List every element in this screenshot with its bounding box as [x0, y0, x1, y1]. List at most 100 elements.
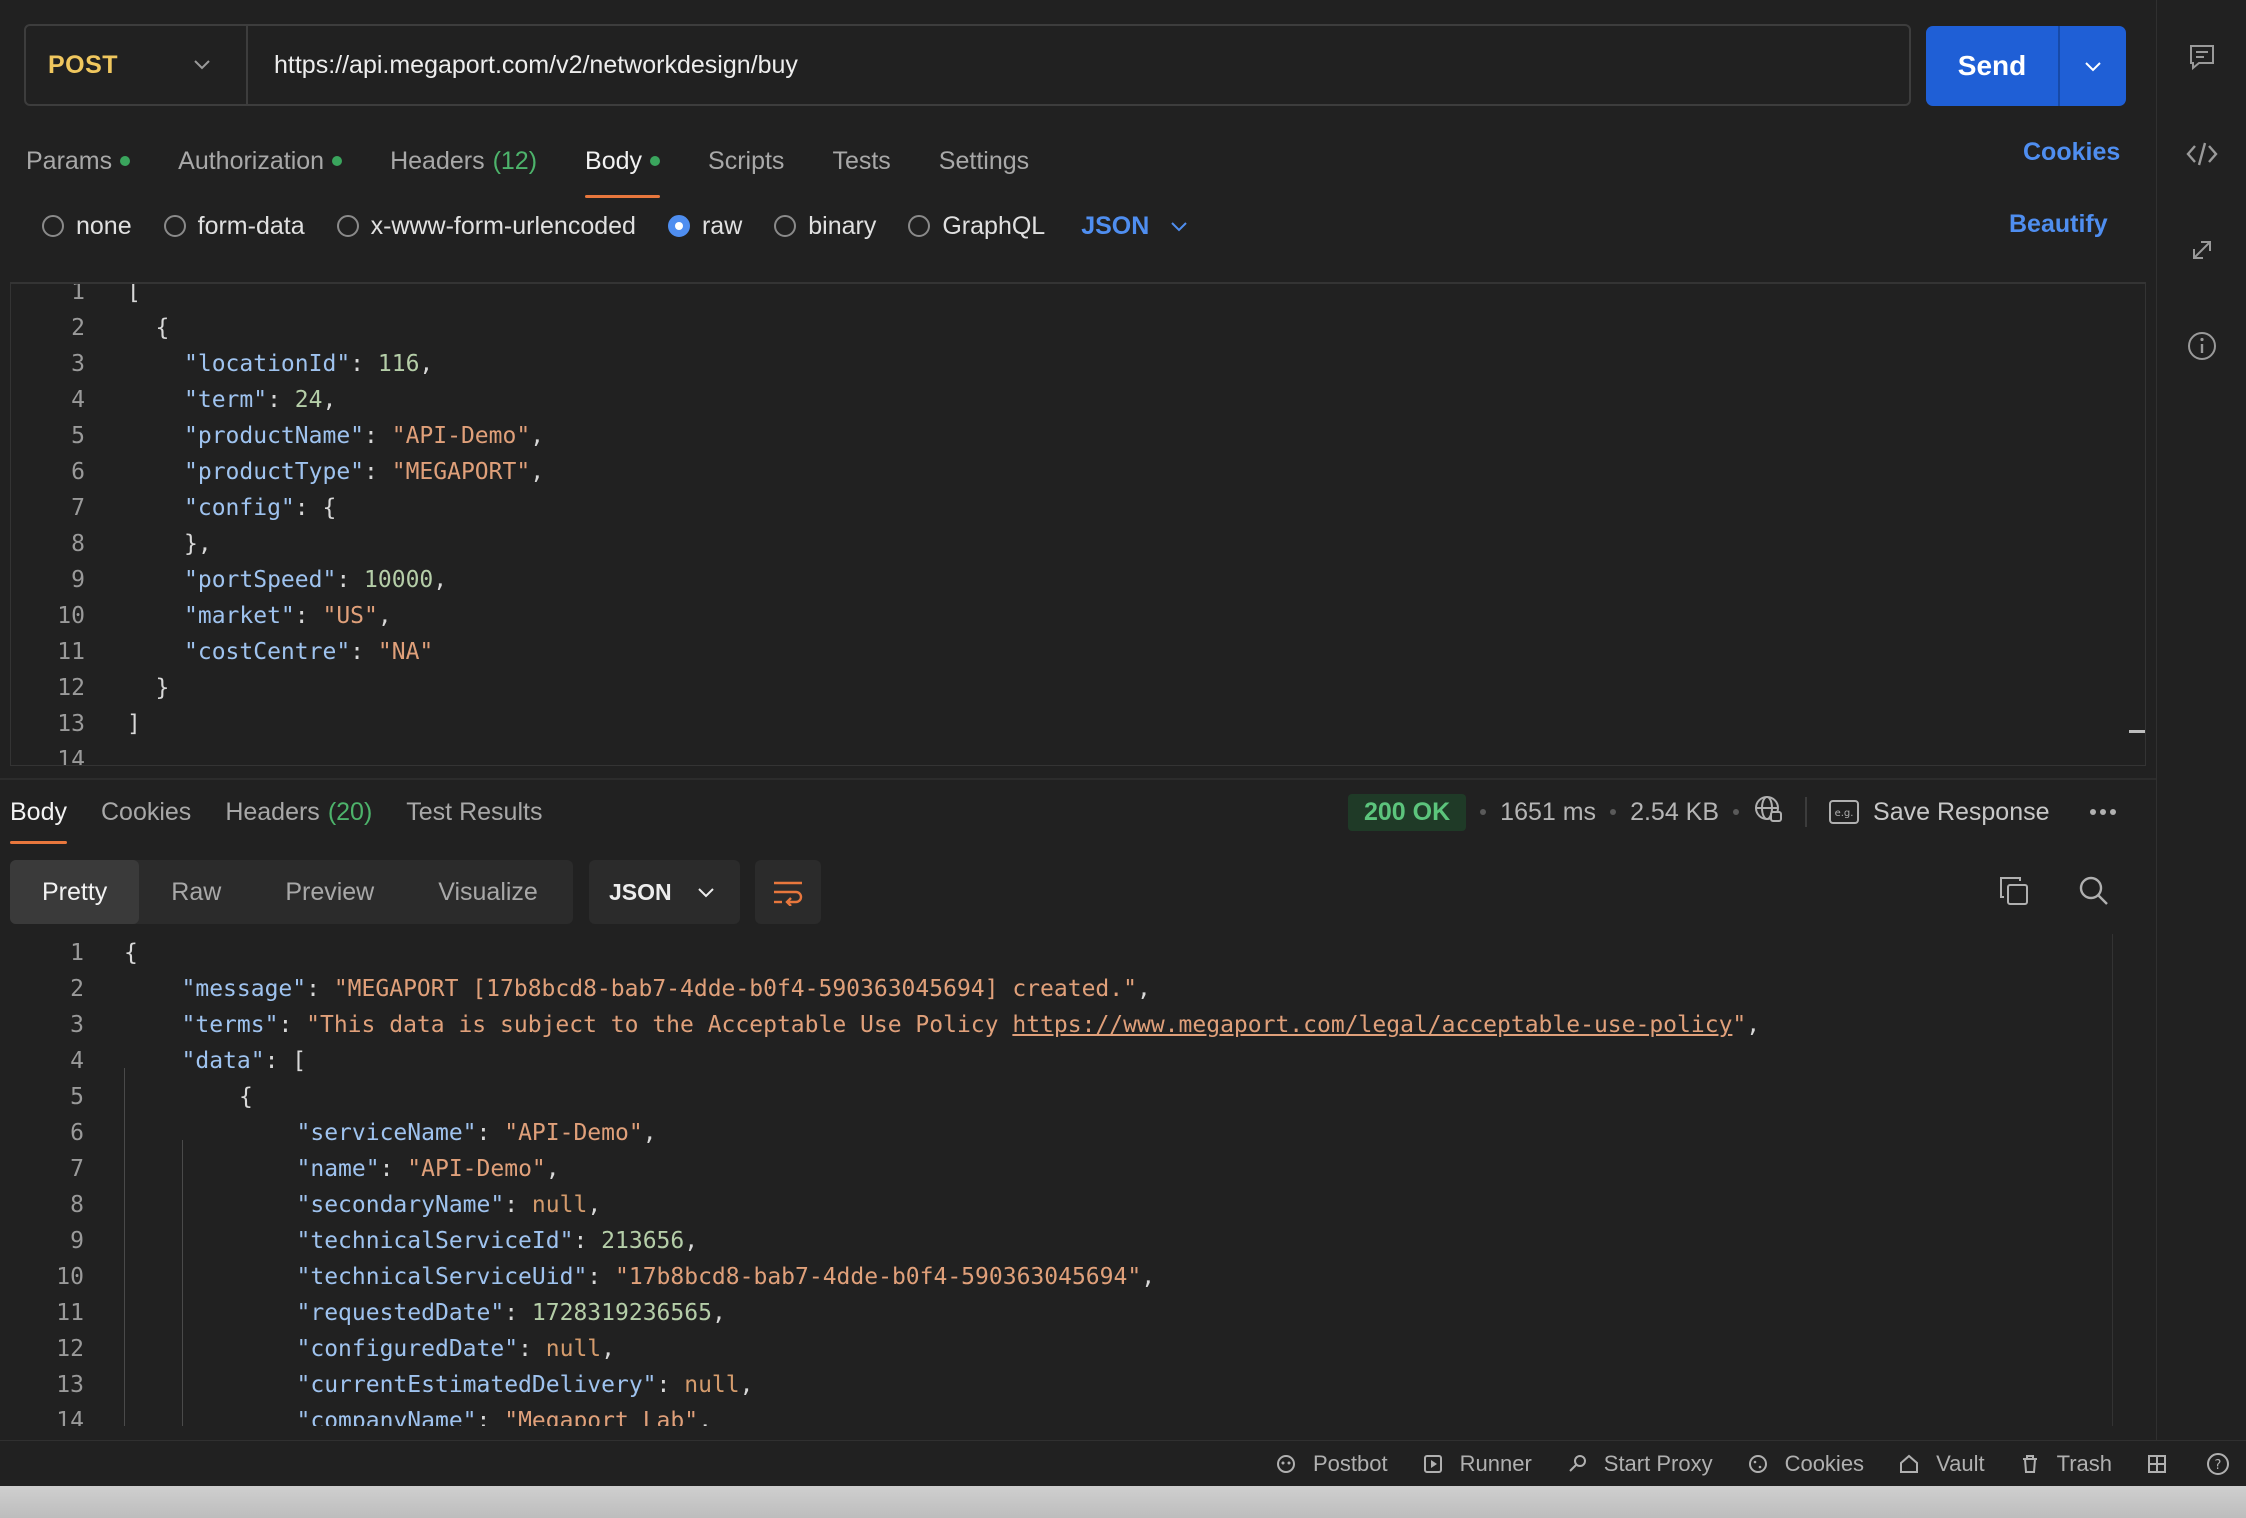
- radio-binary[interactable]: binary: [774, 212, 876, 241]
- code-token: "MEGAPORT [17b8bcd8-bab7-4dde-b0f4-59036…: [333, 976, 1137, 1002]
- code-line: 9 "portSpeed": 10000,: [11, 562, 2145, 598]
- response-tab-body[interactable]: Body: [10, 790, 67, 844]
- beautify-button[interactable]: Beautify: [2009, 210, 2108, 239]
- radio-circle-icon: [336, 215, 359, 237]
- tab-label: Settings: [938, 146, 1030, 175]
- statusbar-postbot[interactable]: Postbot: [1275, 1451, 1388, 1477]
- response-size[interactable]: 2.54 KB: [1630, 798, 1719, 827]
- tab-scripts[interactable]: Scripts: [708, 136, 784, 186]
- code-line: 1{: [0, 935, 2116, 971]
- code-token: ": [1732, 1012, 1747, 1038]
- cookies-link[interactable]: Cookies: [2023, 138, 2120, 167]
- tab-body[interactable]: Body: [585, 136, 661, 198]
- code-token: ,: [530, 459, 545, 485]
- send-button-group: Send: [1926, 26, 2126, 106]
- network-globe-icon[interactable]: [1753, 794, 1783, 831]
- send-options-button[interactable]: [2060, 26, 2126, 106]
- code-text: }: [156, 670, 170, 706]
- save-response-button[interactable]: e.g. Save Response: [1829, 798, 2050, 827]
- url-input[interactable]: https://api.megaport.com/v2/networkdesig…: [248, 51, 798, 80]
- view-mode-preview[interactable]: Preview: [253, 860, 406, 924]
- code-text: "configuredDate": null,: [297, 1331, 616, 1367]
- code-line: 11 "requestedDate": 1728319236565,: [0, 1295, 2116, 1331]
- radio-x-www-form-urlencoded[interactable]: x-www-form-urlencoded: [336, 212, 636, 241]
- code-line: 14 "companyName": "Megaport Lab",: [0, 1403, 2116, 1426]
- statusbar-runner[interactable]: Runner: [1422, 1451, 1532, 1477]
- line-number: 5: [71, 423, 85, 449]
- line-number: 4: [71, 387, 85, 413]
- tab-params[interactable]: Params: [26, 136, 131, 186]
- code-line: 12 "configuredDate": null,: [0, 1331, 2116, 1367]
- info-icon[interactable]: [2185, 329, 2219, 363]
- code-token: :: [504, 1192, 532, 1218]
- line-number: 14: [57, 747, 85, 766]
- runner-icon: [1422, 1453, 1452, 1475]
- radio-raw[interactable]: raw: [667, 212, 742, 241]
- search-icon[interactable]: [2078, 875, 2110, 912]
- radio-none[interactable]: none: [42, 212, 132, 241]
- tab-settings[interactable]: Settings: [939, 136, 1029, 186]
- help-icon[interactable]: ?: [2206, 1452, 2238, 1476]
- send-button[interactable]: Send: [1926, 26, 2060, 106]
- radio-form-data[interactable]: form-data: [163, 212, 305, 241]
- pane-divider[interactable]: [0, 778, 2156, 780]
- status-dot-icon: [120, 156, 131, 166]
- code-token: :: [476, 1120, 505, 1146]
- response-scrollbar[interactable]: [2112, 934, 2146, 1426]
- wrap-lines-button[interactable]: [755, 860, 821, 924]
- code-token: "locationId": [184, 351, 351, 377]
- code-line: 3 "locationId": 116,: [11, 346, 2145, 382]
- url-bar: POST https://api.megaport.com/v2/network…: [24, 24, 1911, 106]
- response-tab-cookies[interactable]: Cookies: [101, 790, 191, 834]
- code-token: "17b8bcd8-bab7-4dde-b0f4-590363045694": [615, 1264, 1142, 1290]
- request-body-editor[interactable]: 1[2{3 "locationId": 116, 4 "term": 24, 5 "pro…: [10, 282, 2146, 766]
- method-label: POST: [48, 50, 119, 79]
- line-number: 11: [57, 639, 85, 665]
- code-icon[interactable]: [2185, 137, 2219, 171]
- tab-authorization[interactable]: Authorization: [178, 136, 343, 186]
- two-pane-layout-icon[interactable]: [2146, 1453, 2176, 1475]
- code-token: {: [239, 1084, 253, 1110]
- response-time[interactable]: 1651 ms: [1500, 798, 1596, 827]
- related-collections-icon[interactable]: [2185, 233, 2219, 267]
- statusbar-cookies[interactable]: Cookies: [1747, 1451, 1864, 1477]
- tab-headers[interactable]: Headers (12): [390, 136, 537, 186]
- radio-graphql[interactable]: GraphQL: [908, 212, 1045, 241]
- statusbar-start-proxy[interactable]: Start Proxy: [1566, 1451, 1713, 1477]
- line-number: 10: [57, 603, 85, 629]
- code-token: "NA": [377, 639, 434, 665]
- code-token: "technicalServiceUid": [296, 1264, 588, 1290]
- radio-circle-icon: [42, 215, 64, 237]
- code-token: "Megaport Lab": [504, 1408, 699, 1426]
- view-mode-pretty[interactable]: Pretty: [10, 860, 140, 924]
- response-format-select[interactable]: JSON: [589, 860, 740, 924]
- view-mode-visualize[interactable]: Visualize: [406, 860, 570, 924]
- line-number: 1: [71, 282, 85, 305]
- code-token: 10000: [364, 567, 434, 593]
- code-token: :: [573, 1228, 602, 1254]
- code-line: 13 "currentEstimatedDelivery": null,: [0, 1367, 2116, 1403]
- comments-icon[interactable]: [2185, 40, 2219, 74]
- code-line: 8},: [11, 526, 2145, 562]
- status-badge[interactable]: 200 OK: [1348, 793, 1467, 831]
- url-link[interactable]: https://www.megaport.com/legal/acceptabl…: [1012, 1012, 1732, 1038]
- response-body-viewer[interactable]: 1{2 "message": "MEGAPORT [17b8bcd8-bab7-4…: [0, 934, 2116, 1426]
- code-token: "config": [184, 495, 295, 521]
- tab-label: Headers: [390, 146, 485, 175]
- tab-label: Body: [585, 146, 643, 175]
- statusbar-label: Cookies: [1784, 1450, 1865, 1476]
- tab-tests[interactable]: Tests: [832, 136, 890, 186]
- code-line: 4 "data": [: [0, 1043, 2116, 1079]
- statusbar-vault[interactable]: Vault: [1898, 1451, 1985, 1477]
- body-format-select[interactable]: JSON: [1081, 212, 1189, 241]
- copy-icon[interactable]: [1998, 875, 2030, 912]
- response-tab-headers[interactable]: Headers (20): [225, 790, 372, 834]
- method-select[interactable]: POST: [26, 26, 248, 104]
- chevron-down-icon: [697, 888, 714, 898]
- statusbar-trash[interactable]: Trash: [2019, 1451, 2112, 1477]
- response-tab-test-results[interactable]: Test Results: [406, 790, 542, 834]
- code-token: ,: [698, 1408, 712, 1426]
- view-mode-raw[interactable]: Raw: [139, 860, 253, 924]
- code-token: 24: [294, 387, 323, 413]
- more-options-icon[interactable]: [2088, 807, 2118, 817]
